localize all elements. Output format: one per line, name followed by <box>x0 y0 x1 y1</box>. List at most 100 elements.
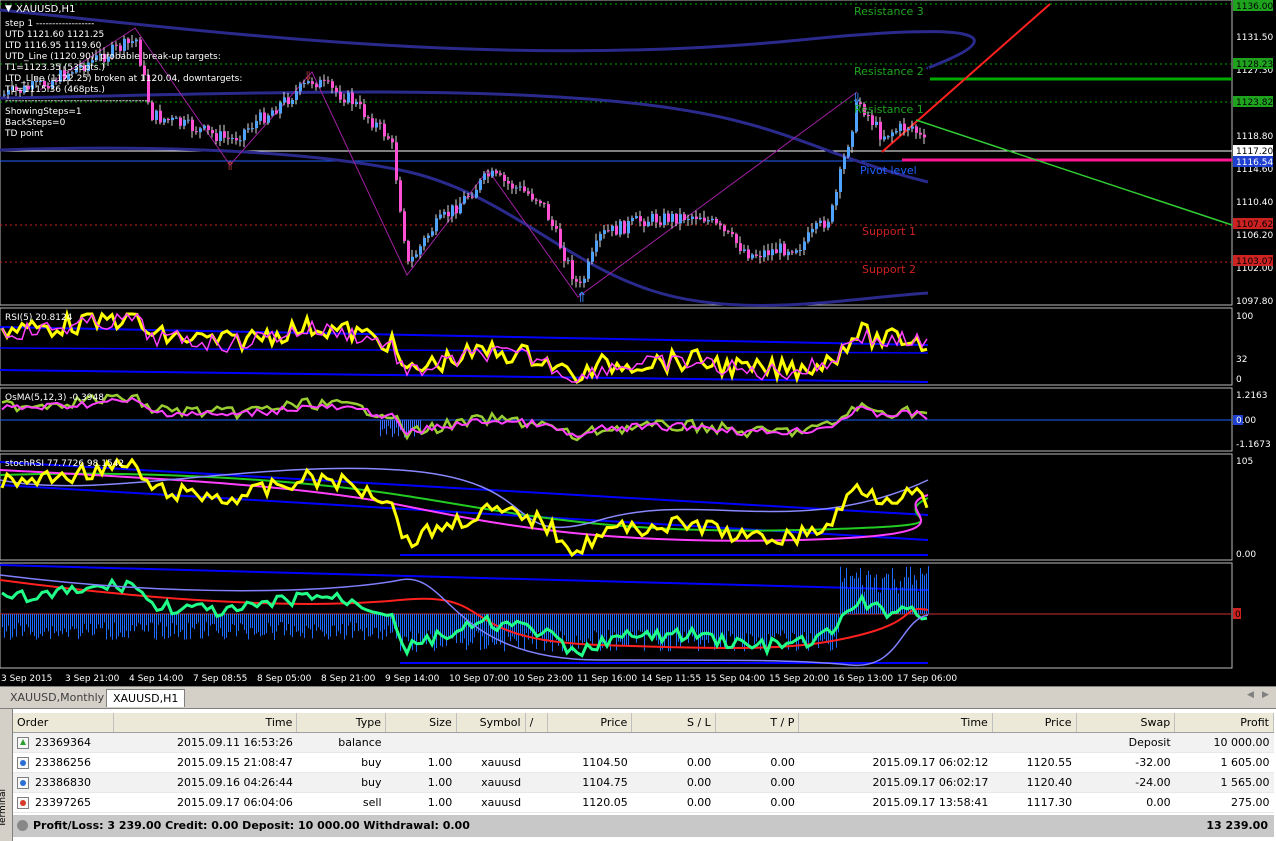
bands-histogram-bar <box>404 614 405 637</box>
bands-histogram-bar <box>468 614 469 646</box>
candle-body <box>127 38 130 43</box>
bands-histogram-bar <box>576 614 577 636</box>
bands-histogram-bar <box>210 614 211 626</box>
info-line: ShowingSteps=1 <box>5 107 82 117</box>
rsi-pane[interactable] <box>0 307 1233 386</box>
chart-title-arrow-icon[interactable]: ▼ <box>5 4 12 14</box>
bands-histogram-bar <box>876 574 877 614</box>
candle-body <box>611 225 614 231</box>
bands-histogram-bar <box>182 614 183 630</box>
bands-histogram-bar <box>20 614 21 626</box>
candle-body <box>159 110 162 123</box>
bands-histogram-bar <box>588 614 589 639</box>
bands-histogram-bar <box>126 614 127 631</box>
buy-order-icon <box>17 757 29 769</box>
col-profit[interactable]: Profit <box>1174 713 1274 733</box>
col-time[interactable]: Time <box>113 713 298 733</box>
bands-histogram-bar <box>522 614 523 638</box>
candle-body <box>883 136 886 140</box>
osma-histogram-bar <box>418 420 419 427</box>
tab-scroll-left-icon[interactable]: ◀ <box>1247 690 1254 700</box>
bands-histogram-bar <box>96 614 97 629</box>
tab-xauusd-h1[interactable]: XAUUSD,H1 <box>106 689 186 707</box>
bands-histogram-bar <box>508 614 509 637</box>
cell-symbol: xauusd <box>456 792 526 813</box>
tab-xauusd-monthly[interactable]: XAUUSD,Monthly <box>4 689 110 706</box>
bands-histogram-bar <box>410 614 411 632</box>
col-sort-indicator[interactable]: / <box>525 713 549 733</box>
chart-canvas[interactable]: ⇑ ⇓ ⇓ ⇑ ▼ XAUUSD,H1 step 1 -------------… <box>0 0 1276 686</box>
candle-body <box>619 221 622 235</box>
candle-body <box>595 240 598 252</box>
candle-body <box>447 211 450 217</box>
candle-body <box>155 110 158 120</box>
col-price[interactable]: Price <box>547 713 633 733</box>
candle-body <box>455 205 458 214</box>
bands-histogram-bar <box>346 614 347 636</box>
cell-swap: Deposit <box>1076 732 1175 753</box>
bands-histogram-bar <box>568 614 569 642</box>
bands-histogram-bar <box>778 614 779 635</box>
col-close-time[interactable]: Time <box>798 713 993 733</box>
order-id: 23369364 <box>35 736 91 749</box>
osma-label: OsMA(5,12,3) -0.3948 <box>5 393 104 403</box>
bands-histogram-bar <box>872 587 873 614</box>
bands-histogram-bar <box>52 614 53 627</box>
candle-body <box>515 187 518 189</box>
bands-histogram-bar <box>766 614 767 652</box>
col-swap[interactable]: Swap <box>1076 713 1176 733</box>
candle-body <box>391 138 394 143</box>
bands-histogram-bar <box>360 614 361 630</box>
cell-close-price: 1117.30 <box>992 792 1077 813</box>
bands-histogram-bar <box>814 614 815 640</box>
bands-histogram-bar <box>136 614 137 627</box>
col-type[interactable]: Type <box>296 713 387 733</box>
col-tp[interactable]: T / P <box>715 713 800 733</box>
tab-scroll-right-icon[interactable]: ▶ <box>1262 690 1269 700</box>
candle-body <box>831 205 834 222</box>
candle-body <box>555 226 558 229</box>
candle-body <box>563 247 566 261</box>
summary-bar: Profit/Loss: 3 239.00 Credit: 0.00 Depos… <box>13 815 1274 837</box>
bands-histogram-bar <box>334 614 335 626</box>
bands-histogram-bar <box>634 614 635 639</box>
candle-body <box>819 220 822 224</box>
bands-histogram-bar <box>784 614 785 634</box>
order-row[interactable]: 23386830 2015.09.16 04:26:44 buy 1.00 xauusd… <box>13 772 1274 793</box>
col-symbol[interactable]: Symbol <box>456 713 526 733</box>
bands-histogram-bar <box>86 614 87 630</box>
bands-histogram-bar <box>332 614 333 626</box>
bands-histogram-bar <box>42 614 43 636</box>
main-pane[interactable] <box>0 0 1233 306</box>
col-order[interactable]: Order <box>13 713 114 733</box>
bands-histogram-bar <box>78 614 79 640</box>
order-row[interactable]: 23386256 2015.09.15 21:08:47 buy 1.00 xauusd… <box>13 752 1274 773</box>
bands-histogram-bar <box>570 614 571 651</box>
stoch-pane[interactable] <box>0 453 1233 561</box>
bands-histogram-bar <box>406 614 407 638</box>
cell-tp: 0.00 <box>715 772 799 793</box>
candle-body <box>471 196 474 198</box>
bands-histogram-bar <box>656 614 657 641</box>
bands-histogram-bar <box>236 614 237 637</box>
order-row[interactable]: 23397265 2015.09.17 06:04:06 sell 1.00 xauus… <box>13 792 1274 813</box>
col-close-price[interactable]: Price <box>992 713 1077 733</box>
price-axis-label: 1097.80 <box>1236 297 1273 307</box>
bands-histogram-bar <box>446 614 447 646</box>
summary-icon <box>17 820 28 831</box>
bands-histogram-bar <box>456 614 457 644</box>
candle-body <box>807 232 810 242</box>
chart-window[interactable]: ⇑ ⇓ ⇓ ⇑ ▼ XAUUSD,H1 step 1 -------------… <box>0 0 1276 686</box>
cell-sl: 0.00 <box>631 752 716 773</box>
bands-histogram-bar <box>574 614 575 643</box>
terminal-side-strip[interactable]: Terminal <box>0 709 13 841</box>
order-row[interactable]: 23369364 2015.09.11 16:53:26 balance Deposi… <box>13 732 1274 753</box>
col-size[interactable]: Size <box>385 713 457 733</box>
col-sl[interactable]: S / L <box>631 713 716 733</box>
bands-histogram-bar <box>250 614 251 629</box>
cell-swap: -32.00 <box>1076 752 1175 773</box>
bands-histogram-bar <box>664 614 665 647</box>
orders-table: Order Time Type Size Symbol / Price S / … <box>13 713 1274 813</box>
bands-histogram-bar <box>744 614 745 652</box>
candle-body <box>827 221 830 228</box>
